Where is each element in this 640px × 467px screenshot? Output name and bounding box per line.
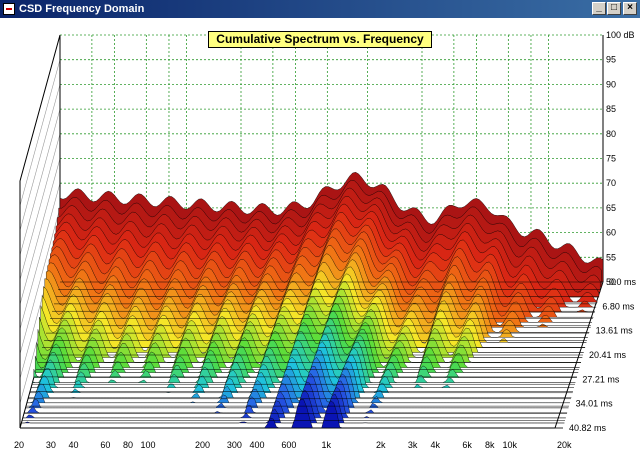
axis-side-top: [19, 34, 61, 182]
y-tick-label: 95: [606, 55, 616, 65]
x-tick-label: 80: [123, 440, 133, 450]
x-tick-label: 20: [14, 440, 24, 450]
y-tick-label: 80: [606, 129, 616, 139]
x-tick-label: 8k: [485, 440, 495, 450]
time-tick-label: 34.01 ms: [576, 399, 614, 409]
y-tick-label: 85: [606, 104, 616, 114]
time-tick-label: 27.21 ms: [582, 374, 620, 384]
side-grid-line: [19, 59, 61, 206]
x-tick-label: 4k: [430, 440, 440, 450]
x-tick-label: 200: [195, 440, 210, 450]
maximize-button[interactable]: □: [607, 2, 621, 15]
app-icon: [3, 3, 15, 15]
x-tick-label: 60: [100, 440, 110, 450]
x-tick-label: 20k: [557, 440, 572, 450]
time-tick-label: 40.82 ms: [569, 423, 607, 433]
side-grid-line: [19, 109, 61, 256]
time-tick-label: 0.0 ms: [609, 277, 637, 287]
x-tick-label: 100: [141, 440, 156, 450]
x-tick-label: 600: [281, 440, 296, 450]
csd-plot-area: 100 dB 95 90 85 80 75 70 65 60 55 50 0.0 ms 6.80 ms 1…: [0, 18, 640, 467]
y-tick-label: 55: [606, 252, 616, 262]
window-title: CSD Frequency Domain: [19, 3, 145, 15]
x-tick-label: 6k: [462, 440, 472, 450]
y-tick-label: 60: [606, 228, 616, 238]
y-tick-label: 90: [606, 79, 616, 89]
time-tick-label: 6.80 ms: [602, 301, 635, 311]
x-tick-label: 300: [227, 440, 242, 450]
chart-title: Cumulative Spectrum vs. Frequency: [208, 31, 432, 48]
time-tick-label: 13.61 ms: [596, 326, 634, 336]
csd-waterfall-chart: 100 dB959085807570656055500.0 ms6.80 ms1…: [14, 30, 637, 450]
x-tick-label: 3k: [408, 440, 418, 450]
x-tick-label: 1k: [322, 440, 332, 450]
y-tick-label: 100 dB: [606, 30, 635, 40]
x-tick-label: 2k: [376, 440, 386, 450]
x-tick-label: 400: [249, 440, 264, 450]
y-tick-label: 65: [606, 203, 616, 213]
close-button[interactable]: ×: [623, 2, 637, 15]
y-tick-label: 75: [606, 154, 616, 164]
minimize-button[interactable]: _: [592, 2, 606, 15]
x-tick-label: 10k: [503, 440, 518, 450]
title-bar: CSD Frequency Domain _ □ ×: [0, 0, 640, 18]
x-tick-label: 40: [68, 440, 78, 450]
y-tick-label: 70: [606, 178, 616, 188]
x-tick-label: 30: [46, 440, 56, 450]
time-tick-label: 20.41 ms: [589, 350, 627, 360]
